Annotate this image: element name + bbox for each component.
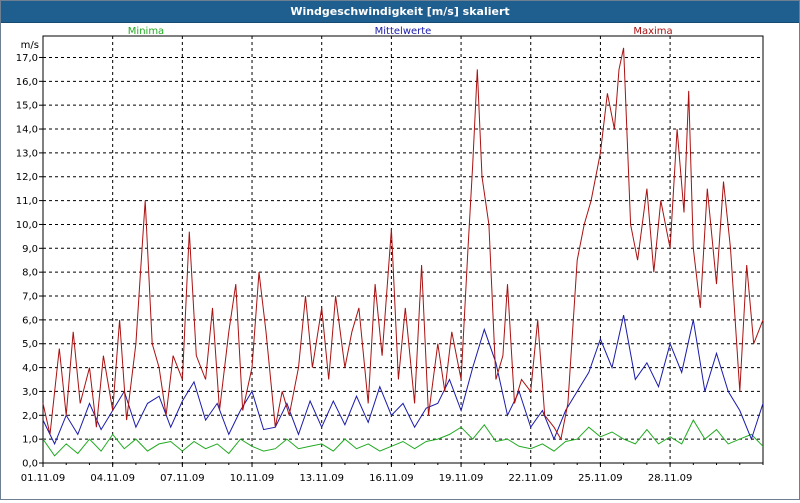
y-tick-label: 5,0 [22,339,38,350]
x-tick-label: 22.11.09 [508,473,553,484]
x-tick-label: 01.11.09 [21,473,66,484]
y-tick-label: 15,0 [16,101,38,112]
y-tick-label: 3,0 [22,387,38,398]
x-tick-label: 28.11.09 [648,473,693,484]
x-tick-label: 13.11.09 [299,473,344,484]
y-tick-label: 13,0 [16,148,38,159]
y-tick-label: 9,0 [22,244,38,255]
y-tick-label: 10,0 [16,220,38,231]
y-tick-label: 8,0 [22,268,38,279]
x-tick-label: 10.11.09 [230,473,275,484]
y-tick-label: 4,0 [22,363,38,374]
y-axis-label: m/s [21,40,39,51]
x-tick-label: 16.11.09 [369,473,414,484]
chart-title: Windgeschwindigkeit [m/s] skaliert [1,1,799,23]
y-tick-label: 6,0 [22,315,38,326]
legend-item-minima: Minima [128,26,164,37]
plot-frame [42,35,764,464]
x-tick-label: 07.11.09 [160,473,205,484]
x-tick-label: 19.11.09 [439,473,484,484]
chart-window: Windgeschwindigkeit [m/s] skaliert 0,0 1,… [0,0,800,500]
y-tick-label: 2,0 [22,411,38,422]
y-tick-label: 17,0 [16,53,38,64]
y-tick-label: 0,0 [22,459,38,470]
y-tick-label: 11,0 [16,196,38,207]
grid [42,35,764,464]
y-tick-label: 14,0 [16,125,38,136]
wind-speed-chart: 0,0 1,0 2,0 3,0 4,0 5,0 6,0 7,0 8,0 9,0 10,0 11,0 12… [16,26,764,484]
y-tick-label: 16,0 [16,77,38,88]
legend: Minima Mittelwerte Maxima [128,26,673,37]
y-tick-label: 7,0 [22,292,38,303]
y-tick-label: 1,0 [22,435,38,446]
legend-item-maxima: Maxima [633,26,672,37]
x-tick-label: 25.11.09 [578,473,623,484]
legend-item-mittelwerte: Mittelwerte [375,26,432,37]
y-tick-label: 12,0 [16,172,38,183]
chart-area: 0,0 1,0 2,0 3,0 4,0 5,0 6,0 7,0 8,0 9,0 10,0 11,0 12… [1,23,799,499]
x-tick-label: 04.11.09 [90,473,135,484]
